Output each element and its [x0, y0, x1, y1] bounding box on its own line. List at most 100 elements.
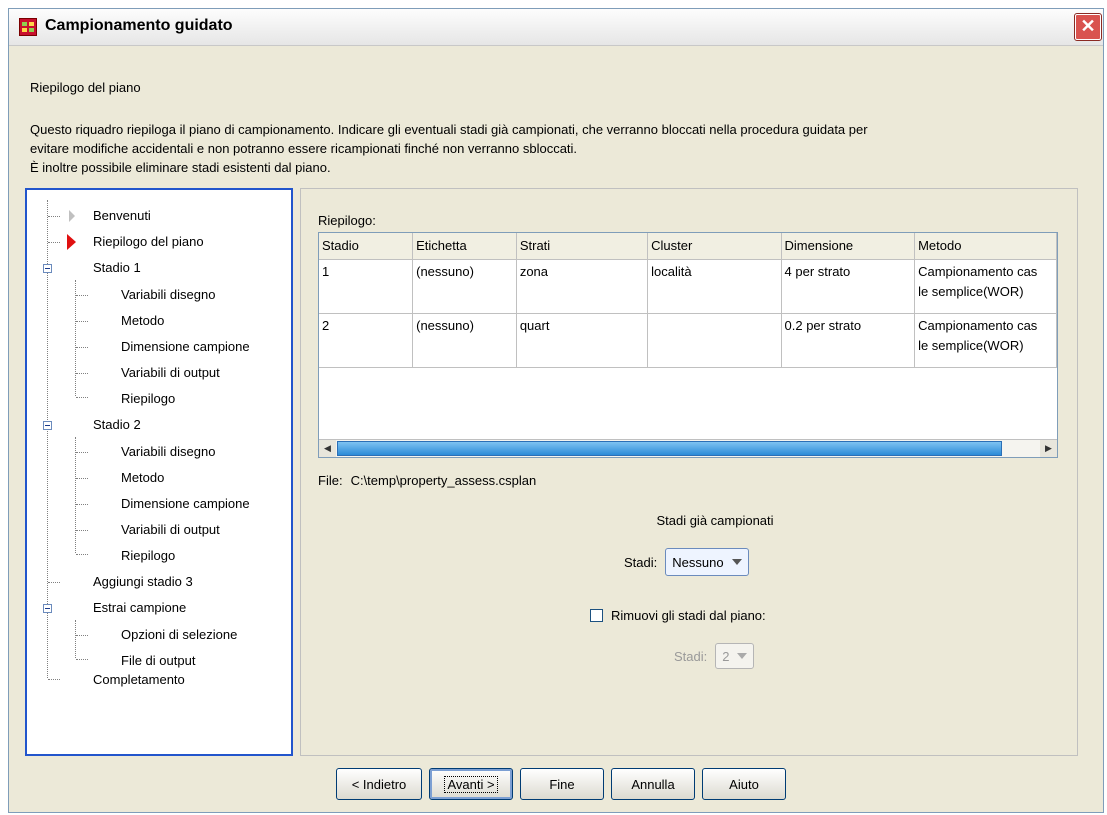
table-cell: 4 per strato: [781, 259, 916, 314]
tree-item-plan-summary[interactable]: Riepilogo del piano: [93, 232, 204, 252]
tree-item-stage2-summary[interactable]: Riepilogo: [121, 546, 175, 566]
table-cell-line: le semplice(WOR): [918, 283, 1024, 299]
tree-item-stage2-design-vars[interactable]: Variabili disegno: [121, 442, 215, 462]
tree-item-completion[interactable]: Completamento: [93, 670, 185, 690]
sampled-stages-dropdown[interactable]: Nessuno: [665, 548, 749, 576]
back-button-label: < Indietro: [351, 776, 407, 792]
tree-guide-line: [76, 397, 88, 398]
tree-guide-line: [76, 554, 88, 555]
back-button[interactable]: < Indietro: [336, 768, 422, 800]
cancel-button-label: Annulla: [631, 776, 675, 792]
summary-label: Riepilogo:: [318, 213, 376, 228]
tree-item-stage2-output-vars[interactable]: Variabili di output: [121, 520, 220, 540]
remove-stages-row: Rimuovi gli stadi dal piano:: [590, 608, 766, 623]
window-title: Campionamento guidato: [45, 17, 233, 34]
scroll-right-icon[interactable]: ▶: [1040, 440, 1057, 457]
table-cell-line: Campionamento cas: [918, 263, 1038, 279]
tree-guide-line: [76, 504, 88, 505]
tree-item-stage1-design-vars[interactable]: Variabili disegno: [121, 285, 215, 305]
tree-item-output-files[interactable]: File di output: [121, 651, 195, 671]
tree-item-stage2-method[interactable]: Metodo: [121, 468, 164, 488]
table-cell-line: le semplice(WOR): [918, 337, 1024, 353]
table-header-row: Stadio Etichetta Strati Cluster Dimensio…: [319, 233, 1057, 260]
tree-guide-line: [75, 620, 76, 658]
description: Questo riquadro riepiloga il piano di ca…: [30, 120, 1080, 177]
remove-stages-select-row: Stadi: 2: [674, 643, 755, 669]
column-header[interactable]: Etichetta: [412, 233, 517, 260]
remove-stages-label[interactable]: Rimuovi gli stadi dal piano:: [611, 608, 766, 623]
sampled-stages-label: Stadi:: [624, 554, 658, 570]
table-cell: quart: [516, 313, 649, 368]
tree-item-stage1-sample-size[interactable]: Dimensione campione: [121, 337, 250, 357]
column-header[interactable]: Metodo: [914, 233, 1057, 260]
sampled-stages-row: Stadi: Nessuno: [624, 547, 749, 577]
navigation-tree: Benvenuti Riepilogo del piano Stadio 1 V…: [25, 188, 293, 756]
table-cell-line: Campionamento cas: [918, 317, 1038, 333]
description-line: È inoltre possibile eliminare stadi esis…: [30, 160, 331, 175]
tree-item-stage1-summary[interactable]: Riepilogo: [121, 389, 175, 409]
summary-table: Stadio Etichetta Strati Cluster Dimensio…: [319, 233, 1057, 368]
tree-item-stage1-method[interactable]: Metodo: [121, 311, 164, 331]
table-cell: Campionamento cas le semplice(WOR): [914, 259, 1057, 314]
tree-item-stage1[interactable]: Stadio 1: [93, 258, 141, 278]
dropdown-value: Nessuno: [672, 554, 724, 570]
tree-item-add-stage3[interactable]: Aggiungi stadio 3: [93, 572, 193, 592]
tree-guide-line: [76, 347, 88, 348]
column-header[interactable]: Cluster: [647, 233, 782, 260]
collapse-icon[interactable]: [43, 264, 52, 273]
scroll-thumb[interactable]: [337, 441, 1002, 456]
tree-guide-line: [48, 679, 60, 680]
table-cell: (nessuno): [412, 259, 517, 314]
next-button[interactable]: Avanti >: [429, 768, 513, 800]
collapse-icon[interactable]: [43, 421, 52, 430]
column-header[interactable]: Strati: [516, 233, 649, 260]
next-button-label: Avanti >: [444, 775, 498, 793]
table-cell: 0.2 per strato: [781, 313, 916, 368]
finish-button[interactable]: Fine: [520, 768, 604, 800]
table-cell: (nessuno): [412, 313, 517, 368]
collapse-icon[interactable]: [43, 604, 52, 613]
chevron-down-icon: [737, 653, 748, 659]
remove-stages-dropdown[interactable]: 2: [715, 643, 755, 669]
tree-guide-line: [48, 582, 60, 583]
table-cell: 2: [319, 313, 414, 368]
table-cell: Campionamento cas le semplice(WOR): [914, 313, 1057, 368]
app-icon: [19, 18, 37, 36]
column-header[interactable]: Dimensione: [781, 233, 916, 260]
dropdown-value: 2: [722, 648, 730, 664]
tree-guide-line: [76, 478, 88, 479]
remove-stages-select-label: Stadi:: [674, 648, 708, 664]
scroll-left-icon[interactable]: ◀: [319, 440, 336, 457]
tree-guide-line: [75, 280, 76, 396]
table-row[interactable]: 2 (nessuno) quart 0.2 per strato Campion…: [319, 313, 1057, 368]
table-cell: [647, 313, 782, 368]
description-line: evitare modifiche accidentali e non potr…: [30, 141, 578, 156]
tree-item-welcome[interactable]: Benvenuti: [93, 206, 151, 226]
file-label: File:: [318, 473, 343, 488]
column-header[interactable]: Stadio: [319, 233, 414, 260]
cancel-button[interactable]: Annulla: [611, 768, 695, 800]
finish-button-label: Fine: [549, 776, 575, 792]
tree-item-stage1-output-vars[interactable]: Variabili di output: [121, 363, 220, 383]
horizontal-scrollbar[interactable]: ◀ ▶: [319, 439, 1057, 457]
remove-stages-checkbox[interactable]: [590, 609, 603, 622]
tree-guide-line: [76, 295, 88, 296]
help-button[interactable]: Aiuto: [702, 768, 786, 800]
sampled-stages-heading: Stadi già campionati: [656, 513, 774, 528]
summary-grid[interactable]: Stadio Etichetta Strati Cluster Dimensio…: [318, 232, 1058, 458]
button-bar: < Indietro Avanti > Fine Annulla Aiuto: [336, 768, 786, 800]
page-arrow-icon: [69, 210, 75, 222]
table-cell: località: [647, 259, 782, 314]
tree-item-stage2-sample-size[interactable]: Dimensione campione: [121, 494, 250, 514]
chevron-down-icon: [731, 559, 742, 565]
tree-guide-line: [76, 452, 88, 453]
tree-item-draw-sample[interactable]: Estrai campione: [93, 598, 186, 618]
tree-item-stage2[interactable]: Stadio 2: [93, 415, 141, 435]
tree-guide-line: [76, 635, 88, 636]
description-line: Questo riquadro riepiloga il piano di ca…: [30, 122, 868, 137]
tree-item-selection-options[interactable]: Opzioni di selezione: [121, 625, 237, 645]
close-button[interactable]: ✕: [1074, 13, 1102, 41]
tree-guide-line: [76, 321, 88, 322]
title-bar: Campionamento guidato ✕: [9, 9, 1103, 46]
table-row[interactable]: 1 (nessuno) zona località 4 per strato C…: [319, 259, 1057, 314]
